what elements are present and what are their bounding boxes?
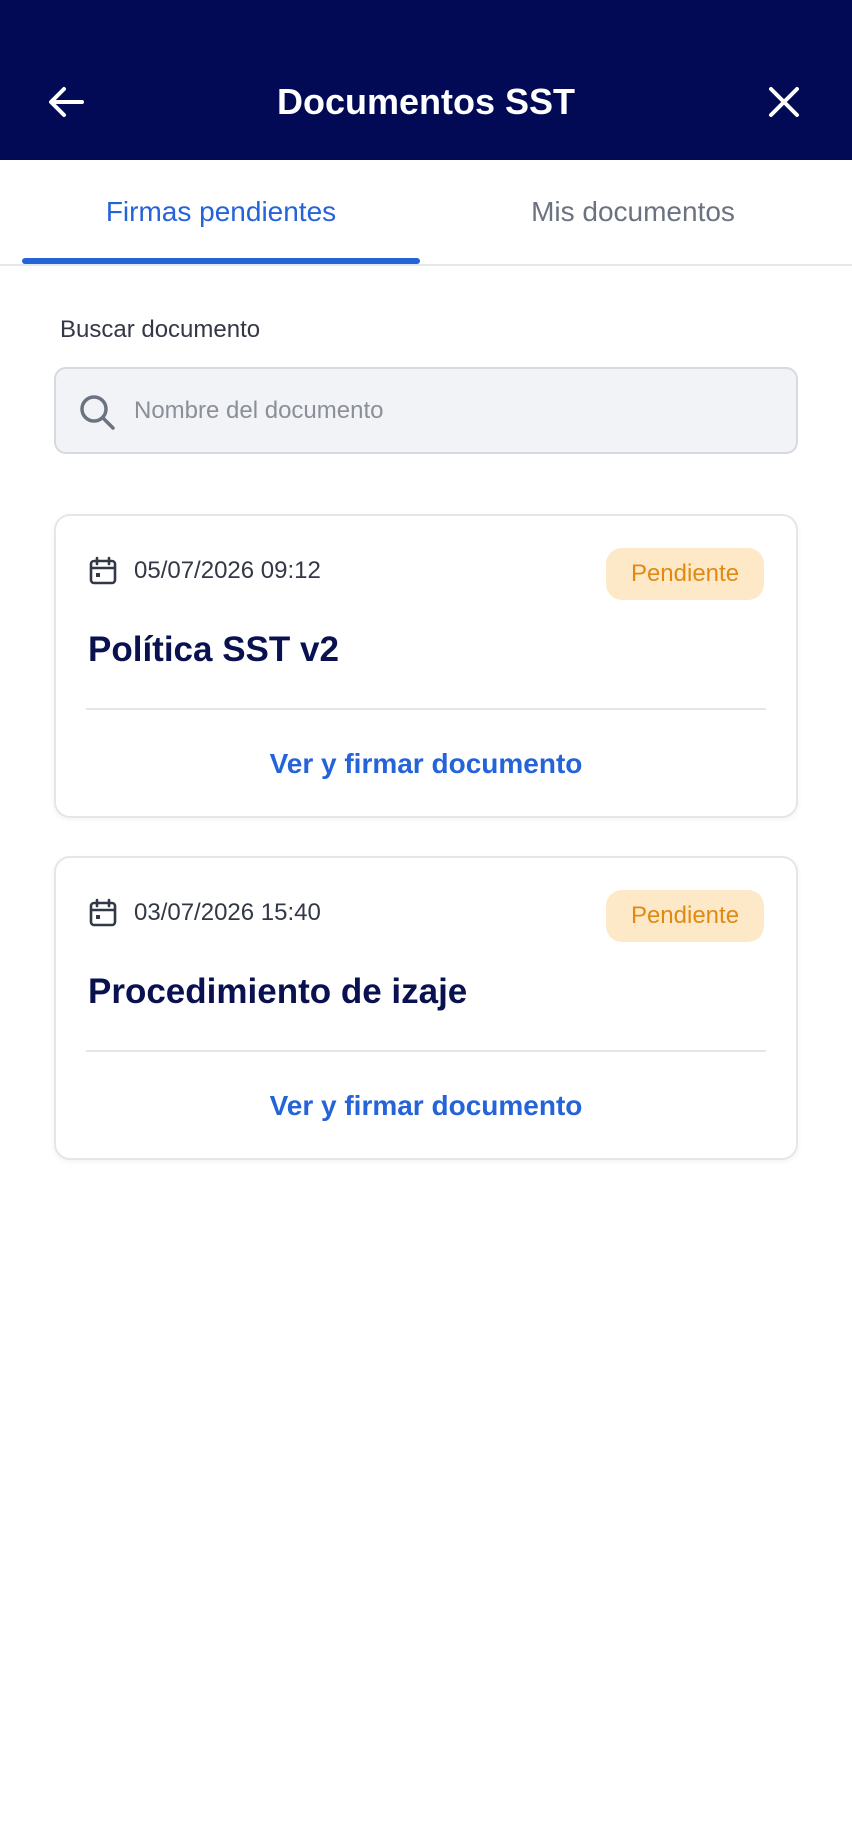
document-date: 05/07/2026 09:12 xyxy=(134,557,321,584)
search-label: Buscar documento xyxy=(60,316,261,343)
document-card: 05/07/2026 09:12 Pendiente Política SST … xyxy=(54,514,798,818)
app-header: Documentos SST xyxy=(0,0,852,160)
close-button[interactable] xyxy=(756,78,812,126)
card-divider xyxy=(86,1050,766,1052)
tab-bar: Firmas pendientes Mis documentos xyxy=(0,160,852,266)
close-icon xyxy=(769,87,799,117)
page-title: Documentos SST xyxy=(276,81,576,122)
active-tab-indicator xyxy=(22,258,420,264)
tab-firmas-pendientes[interactable]: Firmas pendientes xyxy=(22,160,420,264)
status-badge: Pendiente xyxy=(606,890,764,942)
search-box[interactable] xyxy=(54,367,798,454)
tab-mis-documentos[interactable]: Mis documentos xyxy=(420,160,846,264)
card-divider xyxy=(86,708,766,710)
status-badge: Pendiente xyxy=(606,548,764,600)
view-and-sign-button[interactable]: Ver y firmar documento xyxy=(56,712,796,816)
document-title: Política SST v2 xyxy=(88,630,339,669)
document-title: Procedimiento de izaje xyxy=(88,972,468,1011)
calendar-icon xyxy=(89,556,117,585)
calendar-icon xyxy=(89,898,117,927)
view-and-sign-button[interactable]: Ver y firmar documento xyxy=(56,1054,796,1158)
document-date: 03/07/2026 15:40 xyxy=(134,899,321,926)
search-icon xyxy=(80,395,115,430)
document-card: 03/07/2026 15:40 Pendiente Procedimiento… xyxy=(54,856,798,1160)
search-input[interactable] xyxy=(134,369,774,452)
